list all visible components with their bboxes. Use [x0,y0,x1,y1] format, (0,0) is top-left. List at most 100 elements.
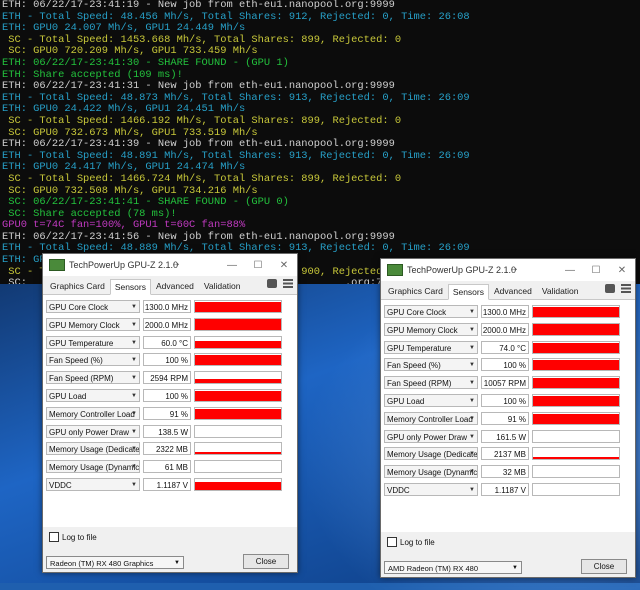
sensor-label: Memory Controller Load [387,414,473,424]
tab-advanced[interactable]: Advanced [489,283,537,299]
sensor-graph-fill [533,342,619,353]
move-icon[interactable]: ↔ [171,258,181,269]
maximize-icon[interactable]: ☐ [245,260,271,271]
sensor-label-dropdown[interactable]: GPU only Power Draw ▼ [384,429,478,443]
chevron-down-icon: ▼ [469,433,475,440]
menu-icon[interactable] [283,279,293,288]
sensor-label-dropdown[interactable]: Memory Usage (Dedicated) ▼ [46,442,140,456]
minimize-icon[interactable]: — [219,260,245,271]
sensor-row: Memory Controller Load ▼ 91 % [46,406,282,421]
sensor-row: GPU Load ▼ 100 % [46,388,282,403]
sensor-value: 74.0 °C [481,340,529,354]
sensor-graph [532,483,620,496]
sensor-label: GPU Core Clock [387,308,447,317]
checkbox-icon[interactable] [387,537,397,547]
chevron-down-icon: ▼ [131,410,137,417]
sensor-label-dropdown[interactable]: Memory Controller Load ▼ [384,411,478,425]
device-select[interactable]: Radeon (TM) RX 480 Graphics ▼ [46,556,184,569]
sensor-label-dropdown[interactable]: Fan Speed (%) ▼ [384,358,478,372]
tab-validation[interactable]: Validation [537,283,584,299]
sensor-label-dropdown[interactable]: GPU Core Clock ▼ [384,305,478,318]
sensor-label-dropdown[interactable]: Memory Usage (Dynamic) ▼ [384,465,478,479]
sensor-label-dropdown[interactable]: GPU Temperature ▼ [384,340,478,354]
tab-graphics-card[interactable]: Graphics Card [383,283,448,299]
sensor-row: Memory Usage (Dynamic) ▼ 32 MB [384,464,620,479]
gpuz-app-icon [387,264,403,276]
chevron-down-icon: ▼ [469,380,475,387]
chevron-down-icon: ▼ [131,428,137,435]
tab-validation[interactable]: Validation [199,278,246,294]
log-to-file-checkbox[interactable]: Log to file [49,532,97,542]
chevron-down-icon: ▼ [131,375,137,382]
sensor-graph [194,406,282,420]
close-icon[interactable]: ✕ [609,265,635,276]
sensor-label-dropdown[interactable]: Memory Controller Load ▼ [46,406,140,420]
sensor-label-dropdown[interactable]: Fan Speed (RPM) ▼ [46,371,140,385]
sensor-label-dropdown[interactable]: GPU Temperature ▼ [46,335,140,349]
sensor-row: GPU Load ▼ 100 % [384,393,620,408]
sensor-label-dropdown[interactable]: GPU Core Clock ▼ [46,300,140,313]
sensor-label-dropdown[interactable]: GPU Load ▼ [384,394,478,407]
camera-icon[interactable] [605,284,615,293]
sensor-label-dropdown[interactable]: GPU Memory Clock ▼ [46,317,140,331]
move-icon[interactable]: ↔ [509,263,519,274]
sensor-label: GPU only Power Draw [387,432,468,442]
menu-icon[interactable] [621,284,631,293]
sensor-value: 32 MB [481,465,529,479]
chevron-down-icon: ▼ [131,339,137,346]
gpuz-window-right[interactable]: TechPowerUp GPU-Z 2.1.0 ↔ — ☐ ✕ Graphics… [380,258,636,578]
sensor-graph [532,394,620,407]
title-bar[interactable]: TechPowerUp GPU-Z 2.1.0 ↔ — ☐ ✕ [381,259,635,281]
tab-advanced[interactable]: Advanced [151,278,199,294]
sensor-label-dropdown[interactable]: Memory Usage (Dynamic) ▼ [46,460,140,474]
tab-sensors[interactable]: Sensors [447,284,489,300]
sensor-label-dropdown[interactable]: VDDC ▼ [384,483,478,496]
sensor-value: 1.1187 V [481,483,529,496]
gpuz-window-left[interactable]: TechPowerUp GPU-Z 2.1.0 ↔ — ☐ ✕ Graphics… [42,253,298,573]
close-button[interactable]: Close [243,554,289,569]
sensor-graph-fill [533,324,619,335]
log-to-file-checkbox[interactable]: Log to file [387,537,435,547]
bottom-bar: Log to file AMD Radeon (TM) RX 480 ▼ Clos… [381,533,635,577]
sensor-graph-fill [195,408,281,419]
sensor-value: 91 % [143,406,191,420]
sensor-label: VDDC [387,486,410,495]
sensor-graph [532,305,620,318]
sensor-label: GPU Memory Clock [387,325,458,335]
sensor-label: Fan Speed (RPM) [387,379,452,389]
console-line: ETH: 06/22/17-23:41:39 - New job from et… [2,138,395,151]
chevron-down-icon: ▼ [469,398,475,404]
tab-graphics-card[interactable]: Graphics Card [45,278,110,294]
close-button[interactable]: Close [581,559,627,574]
sensor-value: 1300.0 MHz [481,305,529,318]
sensor-graph [194,317,282,331]
sensor-label-dropdown[interactable]: GPU only Power Draw ▼ [46,424,140,438]
minimize-icon[interactable]: — [557,265,583,276]
sensor-label-dropdown[interactable]: VDDC ▼ [46,478,140,491]
sensor-label-dropdown[interactable]: Fan Speed (RPM) ▼ [384,376,478,390]
sensor-value: 100 % [481,358,529,372]
sensor-row: VDDC ▼ 1.1187 V [46,477,282,492]
tab-sensors[interactable]: Sensors [109,279,151,295]
sensor-label-dropdown[interactable]: GPU Memory Clock ▼ [384,322,478,336]
maximize-icon[interactable]: ☐ [583,265,609,276]
sensor-value: 1300.0 MHz [143,300,191,313]
title-bar[interactable]: TechPowerUp GPU-Z 2.1.0 ↔ — ☐ ✕ [43,254,297,276]
camera-icon[interactable] [267,279,277,288]
sensor-label-dropdown[interactable]: GPU Load ▼ [46,389,140,402]
sensor-label: Memory Usage (Dynamic) [49,463,140,473]
chevron-down-icon: ▼ [469,487,475,493]
sensor-label: GPU only Power Draw [49,427,130,437]
console-line: SC - Total Speed: 1466.192 Mh/s, Total S… [2,114,402,127]
checkbox-icon[interactable] [49,532,59,542]
sensor-label-dropdown[interactable]: Memory Usage (Dedicated) ▼ [384,447,478,461]
close-icon[interactable]: ✕ [271,260,297,271]
sensor-value: 2322 MB [143,442,191,456]
device-select[interactable]: AMD Radeon (TM) RX 480 ▼ [384,561,522,574]
sensor-graph [532,411,620,425]
sensor-label: GPU Temperature [49,338,114,348]
sensor-graph [532,358,620,372]
sensor-row: Memory Controller Load ▼ 91 % [384,411,620,426]
sensor-value: 91 % [481,411,529,425]
sensor-label-dropdown[interactable]: Fan Speed (%) ▼ [46,353,140,367]
